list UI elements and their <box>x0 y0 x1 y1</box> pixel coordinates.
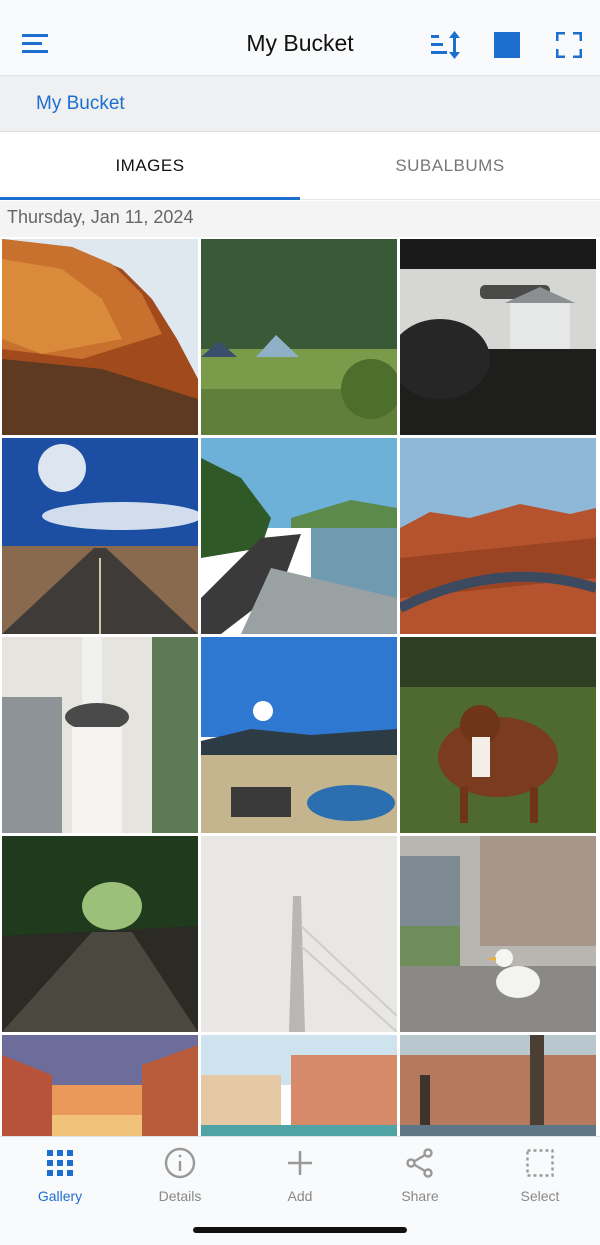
tab-bar: IMAGES SUBALBUMS <box>0 132 600 200</box>
photo-desert-road-sun[interactable] <box>2 438 198 634</box>
date-section-header: Thursday, Jan 11, 2024 <box>0 201 600 237</box>
nav-select[interactable]: Select <box>480 1137 600 1217</box>
nav-share-label: Share <box>401 1188 439 1204</box>
nav-gallery-label: Gallery <box>37 1188 83 1204</box>
photo-venice-harbor[interactable] <box>400 1035 596 1137</box>
nav-details[interactable]: Details <box>120 1137 240 1217</box>
nav-details-label: Details <box>158 1188 202 1204</box>
photo-grid <box>0 237 600 1137</box>
photo-forest-path[interactable] <box>2 836 198 1032</box>
nav-gallery[interactable]: Gallery <box>0 1137 120 1217</box>
select-icon <box>524 1147 556 1179</box>
grid-icon <box>44 1147 76 1179</box>
app-header: My Bucket <box>0 0 600 76</box>
photo-sunny-pool-terrace[interactable] <box>201 637 397 833</box>
share-icon <box>404 1147 436 1179</box>
breadcrumb: My Bucket <box>0 76 600 132</box>
photo-camping-tents[interactable] <box>201 239 397 435</box>
square-icon[interactable] <box>492 30 522 60</box>
breadcrumb-item-my-bucket[interactable]: My Bucket <box>36 93 125 115</box>
nav-select-label: Select <box>520 1188 560 1204</box>
tab-subalbums[interactable]: SUBALBUMS <box>300 132 600 200</box>
info-icon <box>164 1147 196 1179</box>
nav-add[interactable]: Add <box>240 1137 360 1217</box>
photo-car-interior-mirror[interactable] <box>400 239 596 435</box>
nav-share[interactable]: Share <box>360 1137 480 1217</box>
photo-mountain-highway[interactable] <box>400 438 596 634</box>
date-label: Thursday, Jan 11, 2024 <box>7 207 194 227</box>
photo-woman-in-hat[interactable] <box>2 637 198 833</box>
tab-images[interactable]: IMAGES <box>0 132 300 200</box>
home-indicator[interactable] <box>193 1227 407 1233</box>
tab-selected-indicator <box>0 197 300 200</box>
photo-seagull-street[interactable] <box>400 836 596 1032</box>
fullscreen-icon[interactable] <box>554 30 584 60</box>
photo-venice-sunset[interactable] <box>2 1035 198 1137</box>
photo-venice-canal[interactable] <box>201 1035 397 1137</box>
sort-icon[interactable] <box>428 30 462 60</box>
photo-sandstone-cliff[interactable] <box>2 239 198 435</box>
photo-brown-dog-field[interactable] <box>400 637 596 833</box>
nav-add-label: Add <box>287 1188 313 1204</box>
photo-coastal-road[interactable] <box>201 438 397 634</box>
plus-icon <box>284 1147 316 1179</box>
photo-foggy-tower[interactable] <box>201 836 397 1032</box>
